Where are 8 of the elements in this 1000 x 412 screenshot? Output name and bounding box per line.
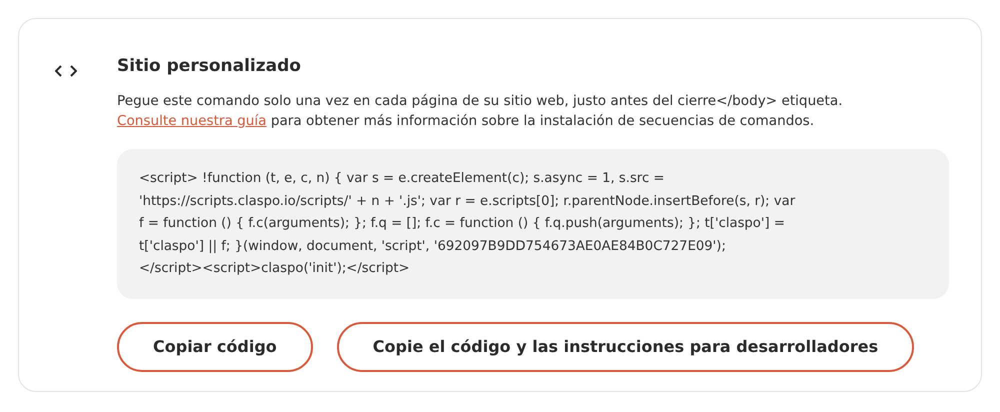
guide-text: Consulte nuestra guía para obtener más información sobre la instalación de secuencias de comandos. bbox=[117, 112, 816, 131]
code-snippet: <script> !function (t, e, c, n) { var s = e.createElement(c); s.async = 1, s.src = 'https://scripts.claspo.io/scripts/' + n + '.js'; var r = e.scripts[0]; r.parentNode.insertBefore(s, r); var f = function () { f.c(arguments); }; f.q = []; f.c = function () { f.q.push(arguments); }; t['claspo'] = t['claspo'] || f; }(window, document, 'script', '692097B9DD754673AE0AE84B0C727E09'); </script><script>claspo('init');</script> bbox=[117, 149, 949, 298]
copy-code-button[interactable]: Copiar código bbox=[117, 322, 313, 372]
guide-link[interactable]: Consulte nuestra guía bbox=[117, 113, 267, 129]
copy-instructions-button[interactable]: Copie el código y las instrucciones para desarrolladores bbox=[336, 322, 914, 372]
section-title: Sitio personalizado bbox=[117, 55, 302, 77]
description-text: Pegue este comando solo una vez en cada página de su sitio web, justo antes del cierre</body> etiqueta. bbox=[117, 92, 844, 111]
code-icon bbox=[55, 65, 77, 77]
